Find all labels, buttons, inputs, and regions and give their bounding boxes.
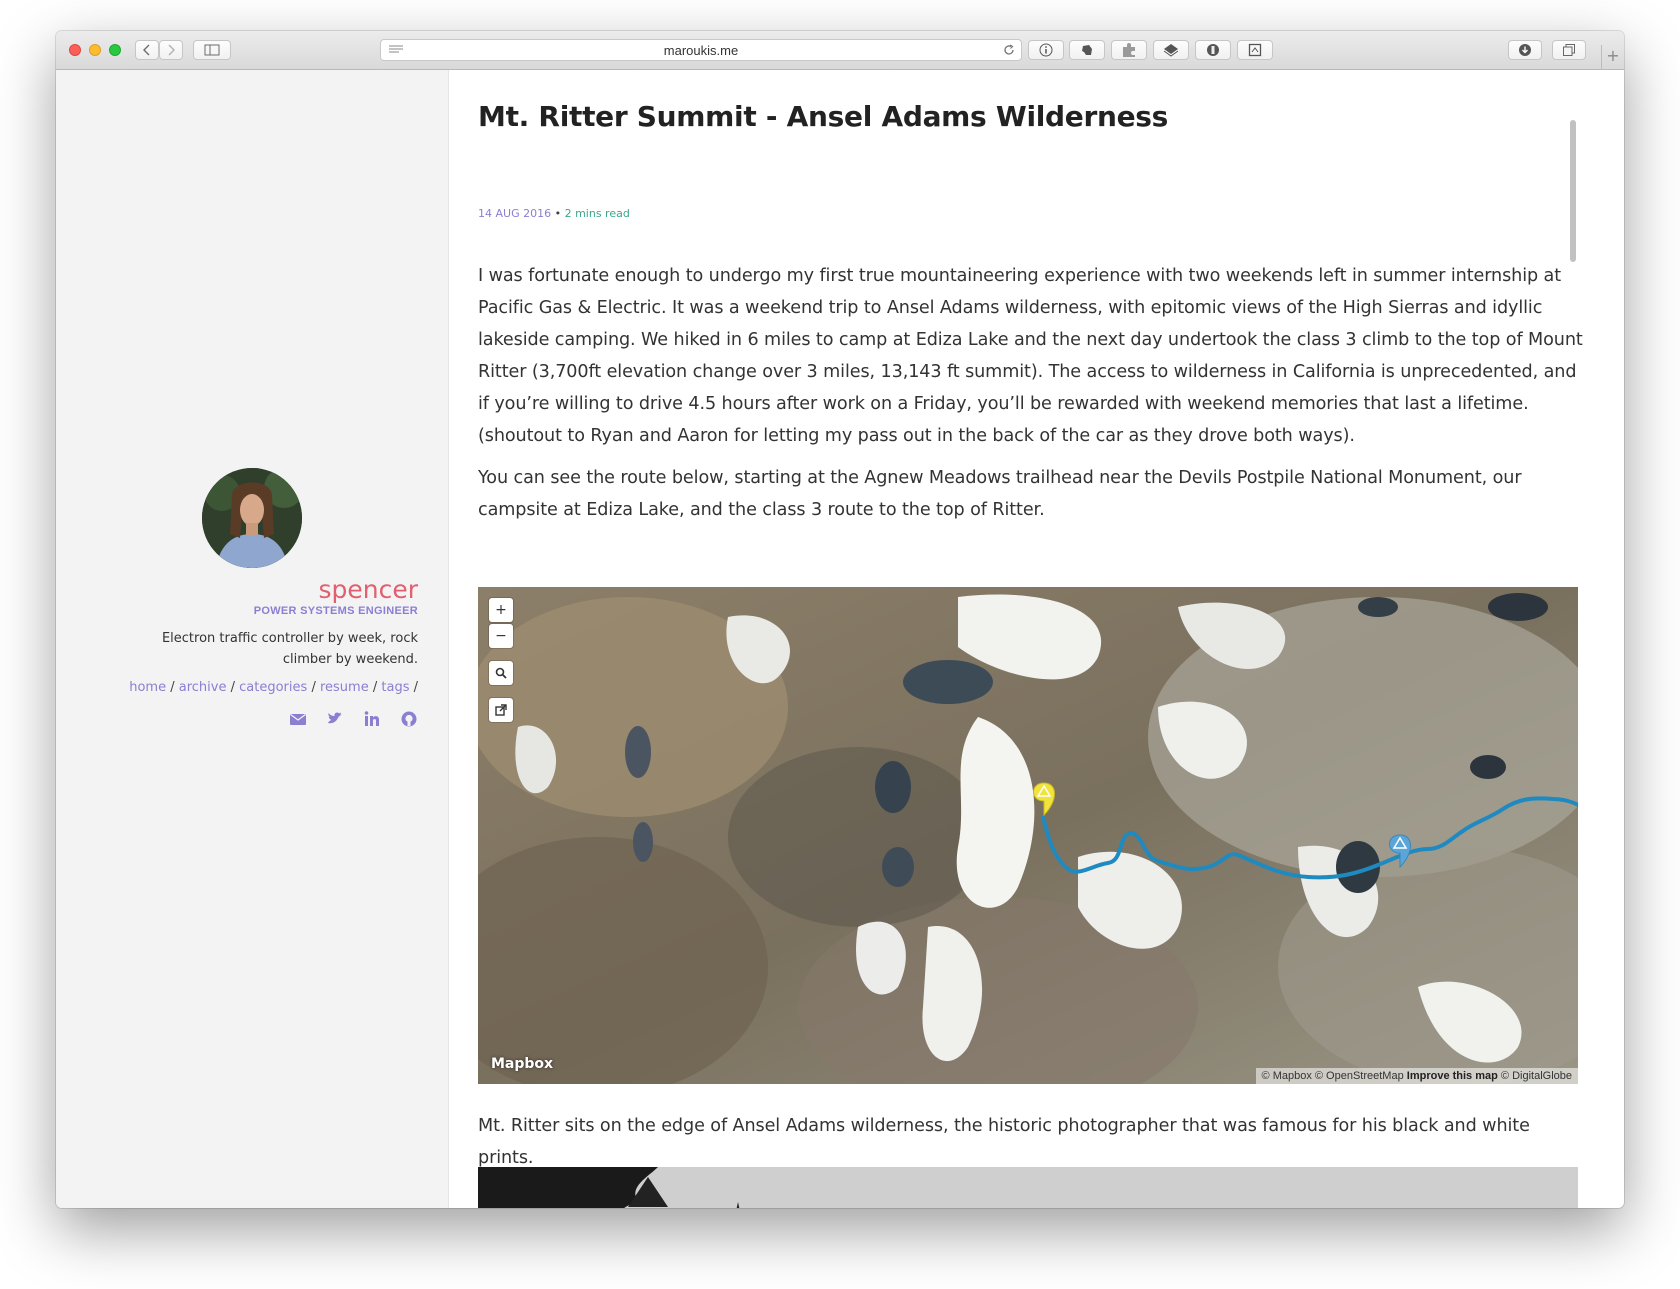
zoom-window-button[interactable] (109, 44, 121, 56)
bookmark-icon (1248, 43, 1262, 57)
trees-photo (478, 1167, 1578, 1208)
attribution-text[interactable]: © DigitalGlobe (1501, 1070, 1572, 1082)
puzzle-extension-button[interactable] (1111, 40, 1147, 60)
bookmark-extension-button[interactable] (1237, 40, 1273, 60)
tab-overview-button[interactable] (1552, 40, 1586, 60)
attribution-text[interactable]: © Mapbox © OpenStreetMap (1262, 1070, 1404, 1082)
nav-separator: / (372, 680, 378, 695)
improve-map-link[interactable]: Improve this map (1407, 1070, 1498, 1082)
post-paragraph: You can see the route below, starting at… (478, 468, 1522, 520)
chevron-left-icon (143, 44, 150, 56)
nav-link-categories[interactable]: categories (239, 680, 307, 695)
diamond-icon (1163, 44, 1179, 57)
browser-toolbar: maroukis.me + (56, 31, 1624, 70)
scrollbar-thumb[interactable] (1570, 120, 1576, 262)
envelope-icon[interactable] (289, 710, 307, 728)
mapbox-logo[interactable]: Mapbox (491, 1056, 553, 1072)
nav-link-archive[interactable]: archive (179, 680, 227, 695)
close-window-button[interactable] (69, 44, 81, 56)
route-map[interactable]: + − Mapbox © Mapbox © OpenStreetMap Impr… (478, 587, 1578, 1084)
url-text: maroukis.me (663, 43, 739, 58)
post-paragraph: Mt. Ritter sits on the edge of Ansel Ada… (478, 1116, 1530, 1168)
sidebar-nav: home / archive / categories / resume / t… (129, 680, 418, 695)
forward-button[interactable] (159, 40, 183, 60)
profile-sidebar: spencer POWER SYSTEMS ENGINEER Electron … (56, 70, 449, 1208)
post-photo (478, 1167, 1578, 1208)
post-content: Mt. Ritter Summit - Ansel Adams Wilderne… (478, 70, 1586, 1208)
search-icon (495, 667, 507, 679)
linkedin-icon[interactable] (363, 710, 381, 728)
avatar (202, 468, 302, 568)
sidebar-toggle-button[interactable] (193, 40, 231, 60)
map-attribution: © Mapbox © OpenStreetMap Improve this ma… (1255, 1068, 1578, 1084)
pocket-extension-button[interactable] (1153, 40, 1189, 60)
evernote-extension-button[interactable] (1069, 40, 1105, 60)
zoom-out-button[interactable]: − (489, 624, 513, 648)
nav-link-resume[interactable]: resume (320, 680, 369, 695)
downloads-button[interactable] (1508, 40, 1542, 60)
post-paragraph: I was fortunate enough to undergo my fir… (478, 266, 1583, 446)
twitter-icon[interactable] (326, 710, 344, 728)
nav-separator: / (230, 680, 235, 695)
satellite-map-image (478, 587, 1578, 1084)
nav-separator: / (170, 680, 175, 695)
address-bar[interactable]: maroukis.me (380, 39, 1022, 61)
info-icon (1039, 43, 1053, 57)
minimize-window-button[interactable] (89, 44, 101, 56)
privacy-extension-button[interactable] (1195, 40, 1231, 60)
browser-window: maroukis.me + spencer POWER SYSTEMS ENGI… (56, 31, 1624, 1208)
search-map-button[interactable] (489, 661, 513, 685)
external-link-icon (495, 704, 507, 716)
post-title: Mt. Ritter Summit - Ansel Adams Wilderne… (478, 100, 1169, 133)
sidebar-icon (204, 44, 220, 56)
tabs-icon (1563, 44, 1575, 56)
avatar-photo (202, 468, 302, 568)
elephant-icon (1082, 45, 1092, 55)
back-button[interactable] (135, 40, 159, 60)
author-role: POWER SYSTEMS ENGINEER (253, 605, 418, 617)
github-icon[interactable] (400, 710, 418, 728)
nav-separator: / (413, 680, 418, 695)
zoom-in-button[interactable]: + (489, 598, 513, 622)
nav-link-home[interactable]: home (129, 680, 166, 695)
post-meta: 14 AUG 2016 • 2 mins read (478, 207, 630, 220)
download-icon (1519, 44, 1531, 56)
nav-separator: / (311, 680, 316, 695)
author-name[interactable]: spencer (318, 575, 418, 604)
open-map-button[interactable] (489, 698, 513, 722)
read-time: 2 mins read (564, 207, 630, 220)
meta-separator: • (554, 207, 562, 220)
post-date[interactable]: 14 AUG 2016 (478, 207, 551, 220)
reload-icon[interactable] (1003, 44, 1015, 56)
author-bio: Electron traffic controller by week, roc… (161, 631, 418, 667)
chevron-right-icon (168, 44, 175, 56)
info-extension-button[interactable] (1028, 40, 1064, 60)
nav-link-tags[interactable]: tags (381, 680, 409, 695)
puzzle-icon (1123, 43, 1135, 57)
social-links (289, 710, 418, 728)
new-tab-button[interactable]: + (1601, 45, 1624, 69)
shield-icon (1207, 44, 1219, 56)
